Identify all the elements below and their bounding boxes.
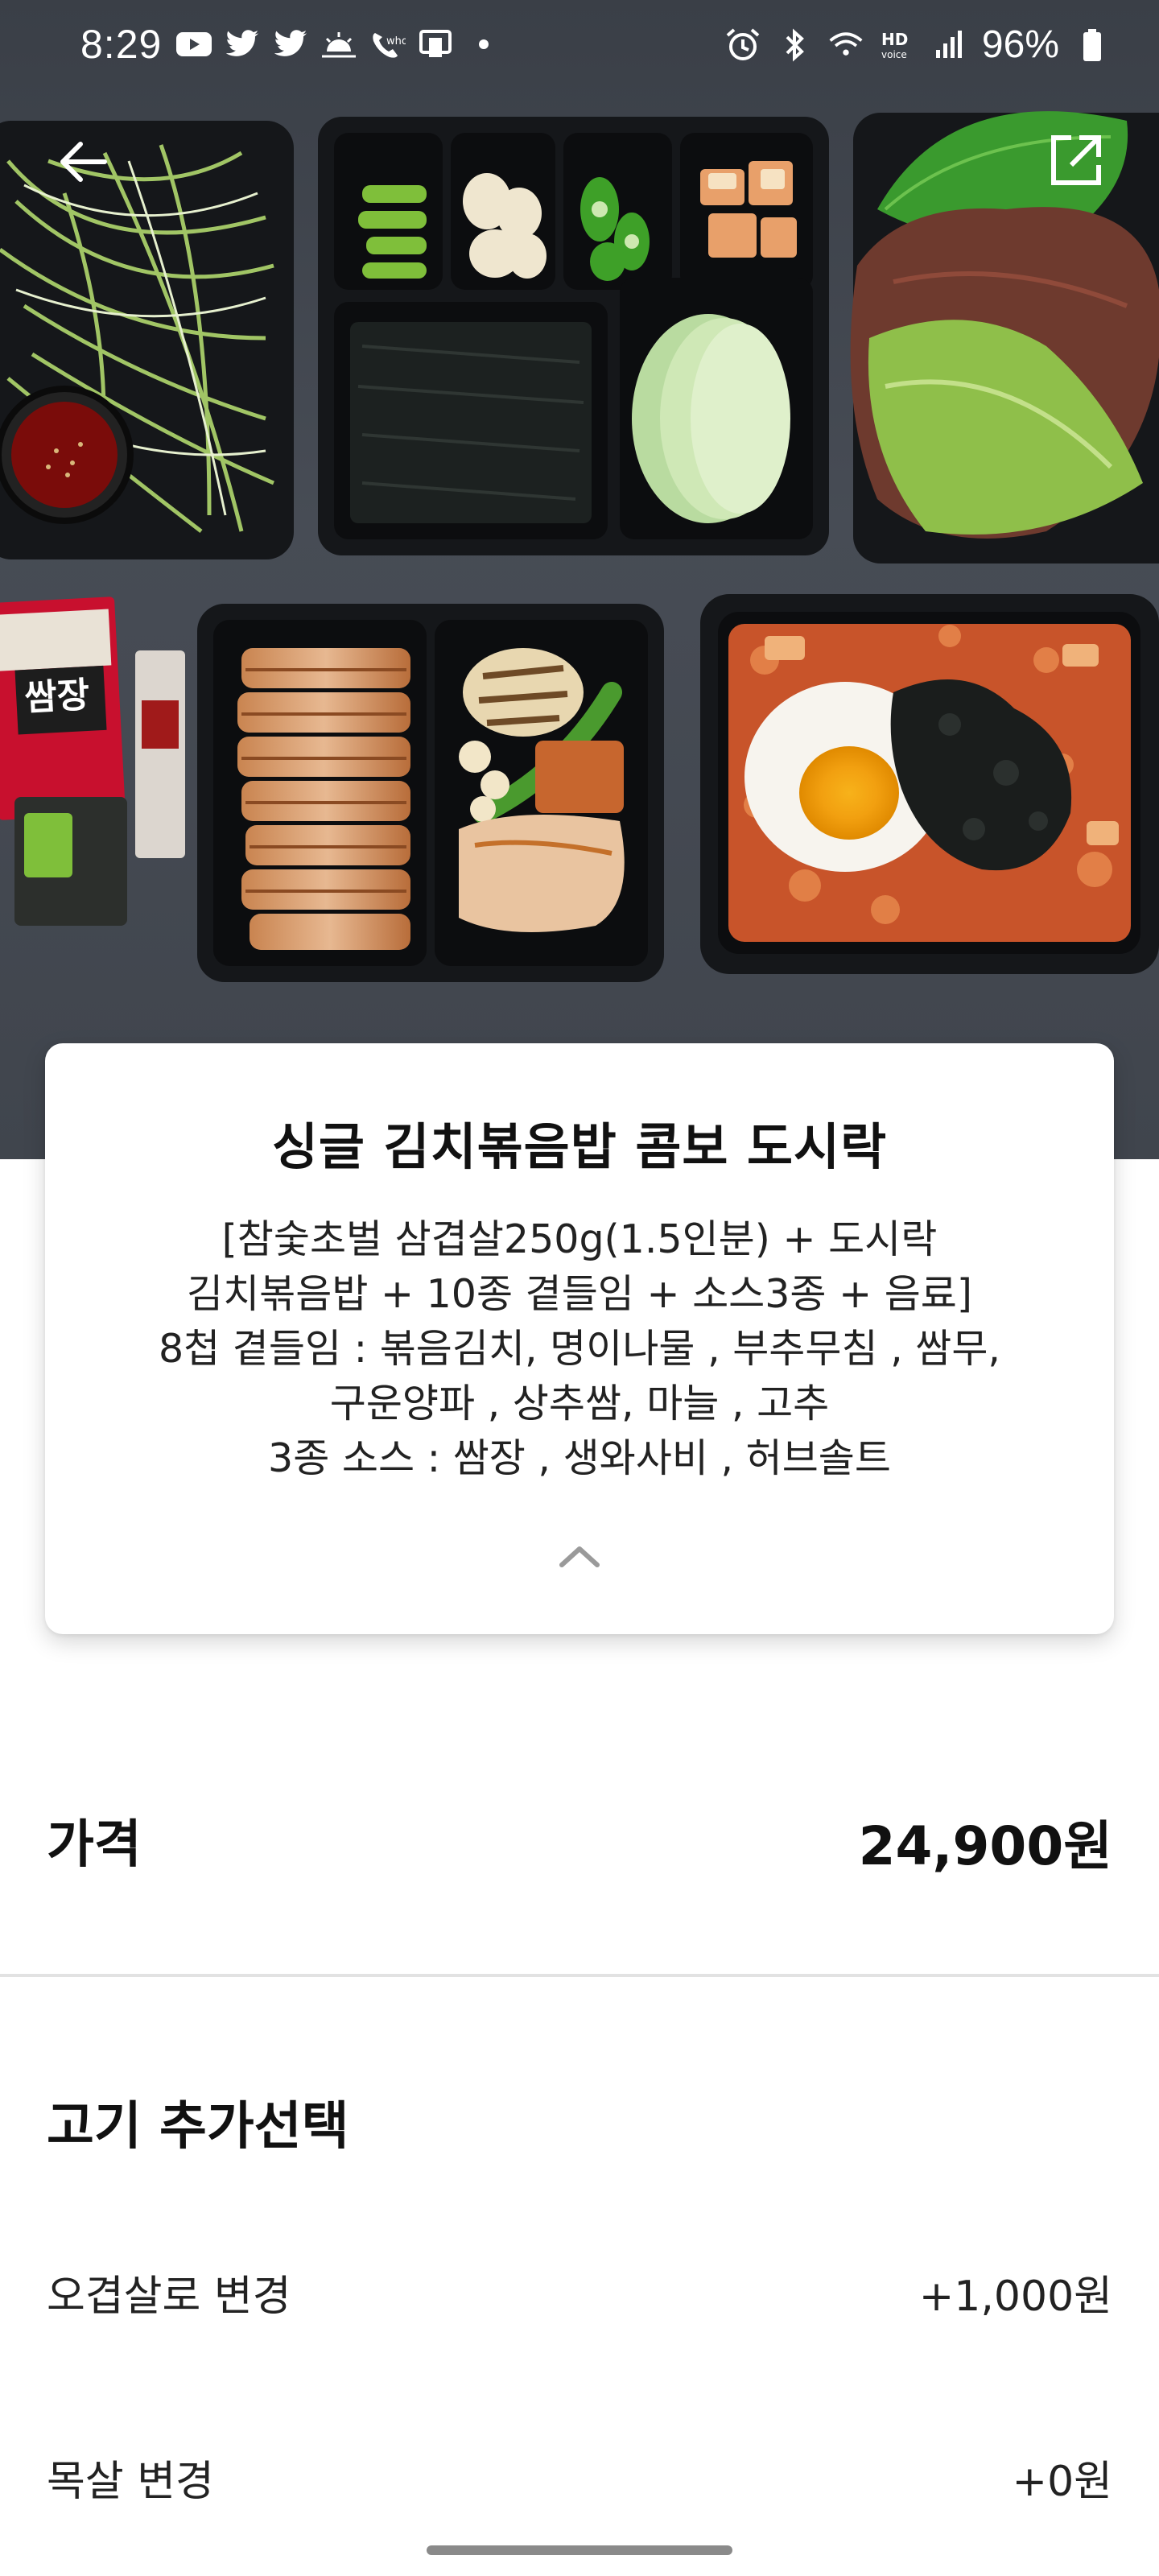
option-price: +1,000원 (918, 2273, 1112, 2321)
bluetooth-icon (776, 28, 813, 62)
twitter-icon (272, 27, 309, 61)
price-value: 24,900원 (858, 1815, 1112, 1877)
option-section-title: 고기 추가선택 (47, 2097, 349, 2157)
share-button[interactable] (1032, 118, 1120, 206)
product-detail-screen: 쌈장 8:29 who HD voice 96% 싱글 김치볶음밥 콤보 도시락… (0, 0, 1159, 2576)
option-item[interactable]: 목살 변경 +0원 (47, 2431, 1112, 2520)
weather-icon (320, 27, 357, 61)
signal-icon (930, 28, 967, 62)
description-line: 구운양파 , 상추쌈, 마늘 , 고추 (329, 1381, 830, 1426)
description-line: 김치볶음밥 + 10종 곁들임 + 소스3종 + 음료] (187, 1271, 972, 1317)
back-button[interactable] (39, 119, 127, 208)
external-share-icon (1047, 131, 1105, 192)
collapse-description-button[interactable] (547, 1536, 612, 1581)
option-price: +0원 (1012, 2458, 1113, 2506)
status-bar: 8:29 who HD voice 96% (0, 0, 1159, 97)
product-photo: 쌈장 8:29 who HD voice 96% (0, 0, 1159, 1159)
call-icon: who (369, 27, 406, 61)
youtube-icon (175, 27, 212, 61)
svg-text:voice: voice (881, 49, 907, 60)
battery-percent: 96% (981, 23, 1059, 66)
alarm-icon (724, 27, 761, 62)
lunchbox-photo-illustration: 쌈장 (0, 111, 1159, 982)
svg-text:HD: HD (881, 30, 908, 49)
hd-voice-icon: HD voice (879, 28, 916, 62)
system-status-icons: HD voice 96% (724, 23, 1111, 67)
svg-text:who: who (386, 35, 406, 47)
option-label: 오겹살로 변경 (47, 2273, 291, 2321)
option-label: 목살 변경 (47, 2458, 214, 2506)
home-indicator[interactable] (427, 2545, 732, 2555)
status-time: 8:29 (80, 22, 163, 67)
arrow-left-icon (55, 138, 111, 189)
chevron-up-icon (557, 1544, 602, 1573)
description-line: 3종 소스 : 쌈장 , 생와사비 , 허브솔트 (268, 1435, 891, 1481)
description-line: 8첩 곁들임 : 볶음김치, 명이나물 , 부추무침 , 쌈무, (158, 1326, 1001, 1372)
wifi-icon (827, 28, 864, 62)
notification-icons: who (175, 27, 502, 61)
battery-icon (1074, 28, 1111, 62)
product-title: 싱글 김치볶음밥 콤보 도시락 (271, 1117, 888, 1176)
price-row: 가격 24,900원 (47, 1787, 1112, 1884)
product-description: [참숯초벌 삼겹살250g(1.5인분) + 도시락 김치볶음밥 + 10종 곁… (77, 1212, 1082, 1486)
twitter-icon (224, 27, 261, 61)
option-item[interactable]: 오겹살로 변경 +1,000원 (47, 2246, 1112, 2334)
dot-icon (465, 27, 502, 61)
cast-icon (417, 27, 454, 61)
section-divider (0, 1974, 1159, 1977)
product-info-card: 싱글 김치볶음밥 콤보 도시락 [참숯초벌 삼겹살250g(1.5인분) + 도… (45, 1043, 1114, 1634)
price-label: 가격 (47, 1815, 142, 1875)
description-line: [참숯초벌 삼겹살250g(1.5인분) + 도시락 (221, 1216, 938, 1262)
sauce-packet-label: 쌈장 (23, 675, 91, 719)
